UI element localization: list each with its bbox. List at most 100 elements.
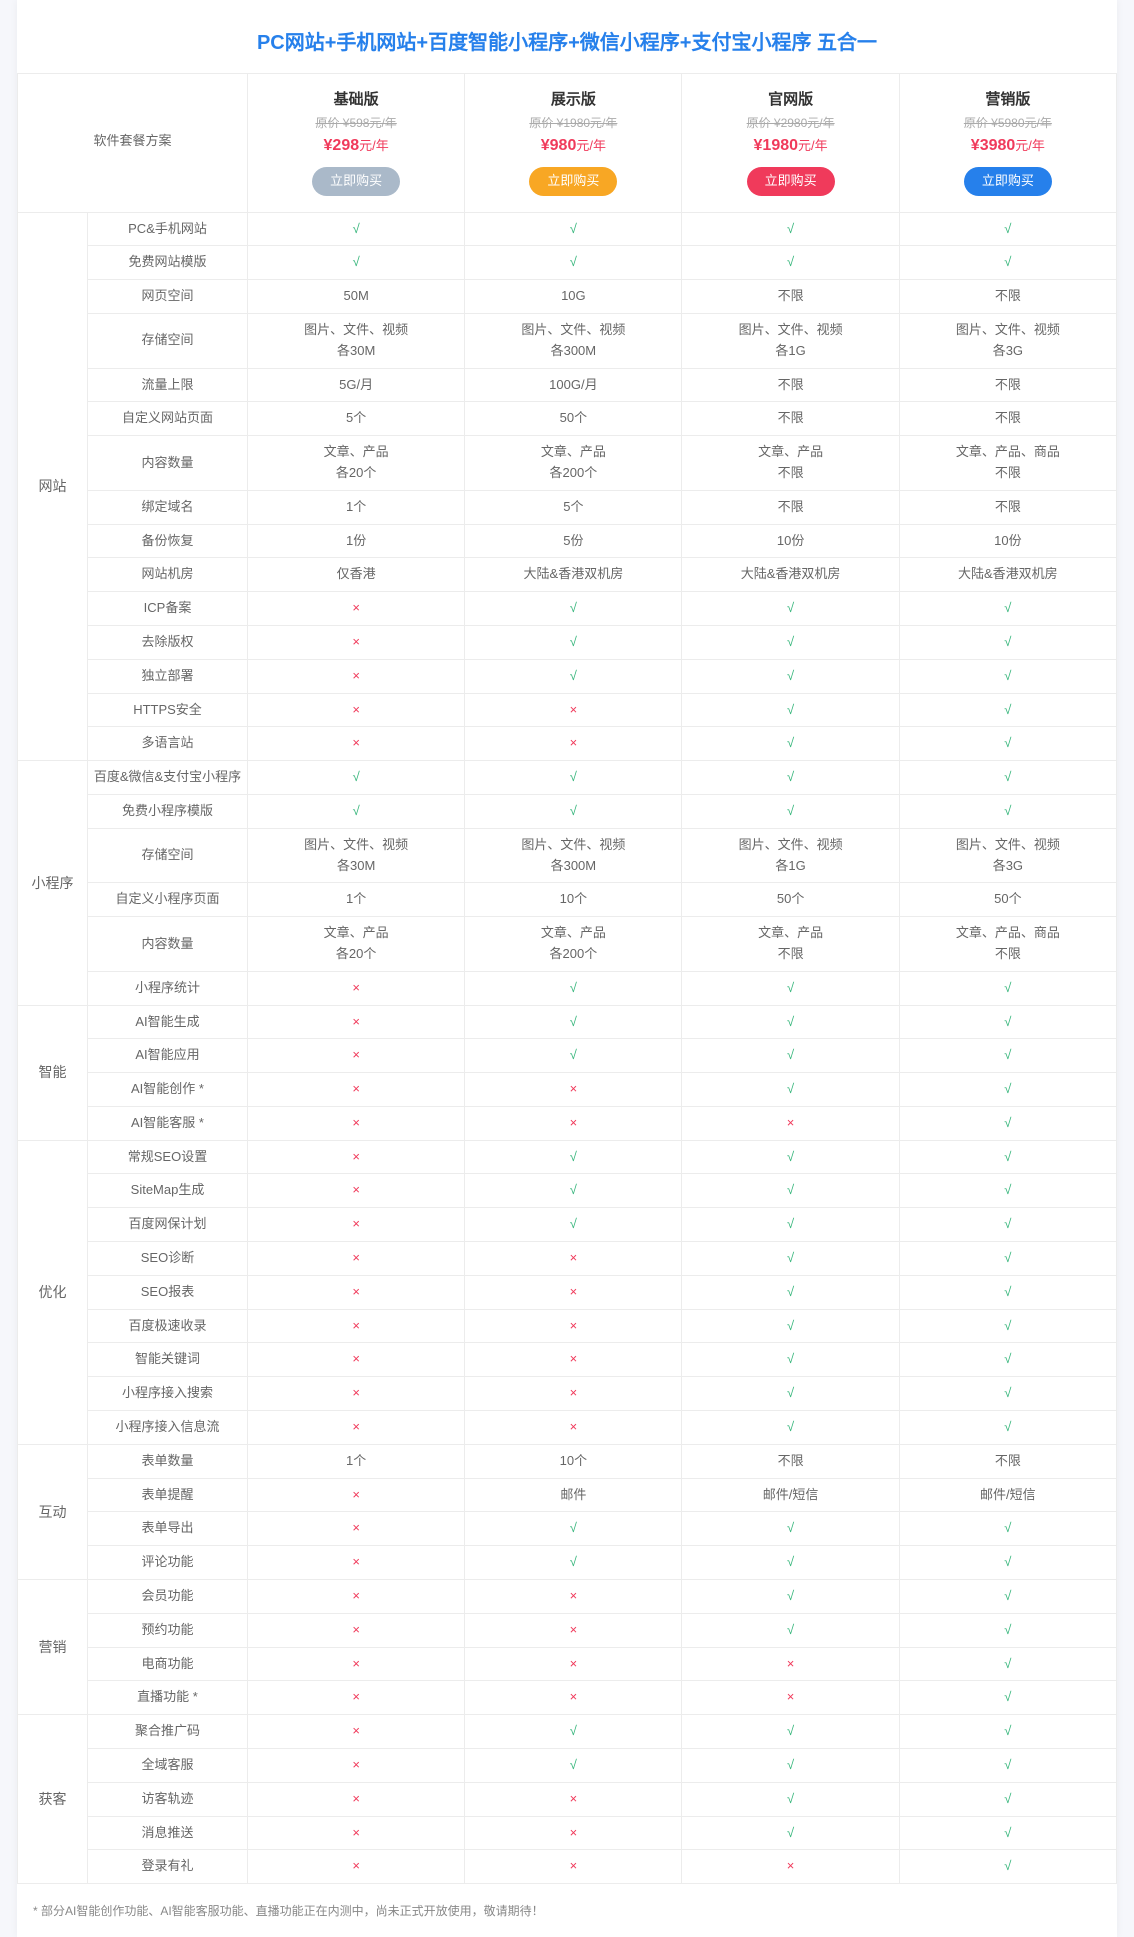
cross-icon: × (352, 1385, 360, 1400)
feature-value: √ (682, 1005, 899, 1039)
cross-icon: × (787, 1115, 795, 1130)
feature-value: √ (248, 212, 465, 246)
cross-icon: × (352, 1149, 360, 1164)
table-row: SEO诊断××√√ (18, 1242, 1117, 1276)
check-icon: √ (787, 634, 794, 649)
feature-value: × (248, 659, 465, 693)
table-row: 直播功能 *×××√ (18, 1681, 1117, 1715)
feature-value: √ (682, 1242, 899, 1276)
feature-value: √ (899, 1275, 1116, 1309)
feature-value: √ (899, 1343, 1116, 1377)
feature-value: √ (899, 592, 1116, 626)
feature-value: × (465, 1343, 682, 1377)
feature-value: √ (899, 1512, 1116, 1546)
feature-value: × (248, 1242, 465, 1276)
feature-value: √ (465, 212, 682, 246)
feature-value: 图片、文件、视频各3G (899, 313, 1116, 368)
cross-icon: × (787, 1858, 795, 1873)
feature-value: √ (682, 727, 899, 761)
feature-value: 图片、文件、视频各1G (682, 313, 899, 368)
feature-label: 内容数量 (88, 436, 248, 491)
feature-label: 存储空间 (88, 828, 248, 883)
feature-label: 全域客服 (88, 1749, 248, 1783)
check-icon: √ (787, 1250, 794, 1265)
feature-value: √ (899, 971, 1116, 1005)
check-icon: √ (787, 1622, 794, 1637)
feature-value: 大陆&香港双机房 (682, 558, 899, 592)
feature-value: × (248, 1546, 465, 1580)
feature-value: × (248, 1073, 465, 1107)
check-icon: √ (1004, 1723, 1011, 1738)
feature-value: 不限 (899, 490, 1116, 524)
feature-value: √ (465, 1005, 682, 1039)
feature-value: 5个 (465, 490, 682, 524)
feature-value: √ (899, 212, 1116, 246)
table-row: 备份恢复1份5份10份10份 (18, 524, 1117, 558)
table-row: 表单导出×√√√ (18, 1512, 1117, 1546)
feature-value: 10份 (899, 524, 1116, 558)
feature-value: √ (465, 761, 682, 795)
buy-button[interactable]: 立即购买 (529, 167, 617, 196)
feature-value: × (248, 1512, 465, 1546)
check-icon: √ (1004, 1757, 1011, 1772)
check-icon: √ (1004, 1250, 1011, 1265)
table-row: 全域客服×√√√ (18, 1749, 1117, 1783)
feature-value: √ (899, 1715, 1116, 1749)
buy-button[interactable]: 立即购买 (312, 167, 400, 196)
feature-value: √ (465, 1039, 682, 1073)
cross-icon: × (352, 1047, 360, 1062)
feature-label: AI智能生成 (88, 1005, 248, 1039)
feature-label: PC&手机网站 (88, 212, 248, 246)
feature-value: × (248, 1715, 465, 1749)
feature-value: √ (899, 1005, 1116, 1039)
buy-button[interactable]: 立即购买 (964, 167, 1052, 196)
feature-label: 直播功能 * (88, 1681, 248, 1715)
feature-value: 不限 (682, 368, 899, 402)
check-icon: √ (787, 1385, 794, 1400)
table-row: 百度极速收录××√√ (18, 1309, 1117, 1343)
cross-icon: × (352, 1487, 360, 1502)
cross-icon: × (352, 1351, 360, 1366)
table-row: 登录有礼×××√ (18, 1850, 1117, 1884)
plan-name: 营销版 (904, 88, 1112, 112)
feature-value: √ (465, 1512, 682, 1546)
cross-icon: × (570, 1588, 578, 1603)
feature-label: 消息推送 (88, 1816, 248, 1850)
feature-value: × (465, 1681, 682, 1715)
plan-header-3: 营销版原价 ¥5980元/年¥3980元/年立即购买 (899, 74, 1116, 213)
feature-label: 表单导出 (88, 1512, 248, 1546)
feature-value: √ (682, 246, 899, 280)
check-icon: √ (1004, 1825, 1011, 1840)
feature-value: √ (465, 659, 682, 693)
feature-value: √ (899, 761, 1116, 795)
feature-label: 百度网保计划 (88, 1208, 248, 1242)
check-icon: √ (1004, 1216, 1011, 1231)
feature-value: √ (899, 1580, 1116, 1614)
feature-value: √ (899, 1140, 1116, 1174)
feature-value: 10个 (465, 883, 682, 917)
feature-value: 不限 (682, 402, 899, 436)
feature-value: × (682, 1106, 899, 1140)
feature-value: 10G (465, 280, 682, 314)
feature-value: 图片、文件、视频各300M (465, 313, 682, 368)
cross-icon: × (352, 1858, 360, 1873)
feature-value: 图片、文件、视频各300M (465, 828, 682, 883)
feature-value: √ (899, 1850, 1116, 1884)
cross-icon: × (570, 1656, 578, 1671)
feature-value: √ (465, 246, 682, 280)
feature-value: 1个 (248, 490, 465, 524)
feature-value: 5G/月 (248, 368, 465, 402)
feature-value: 图片、文件、视频各30M (248, 313, 465, 368)
plan-now-price: ¥298元/年 (252, 133, 460, 159)
cross-icon: × (570, 702, 578, 717)
category-cell: 互动 (18, 1444, 88, 1579)
buy-button[interactable]: 立即购买 (747, 167, 835, 196)
feature-value: √ (899, 727, 1116, 761)
cross-icon: × (787, 1656, 795, 1671)
feature-value: × (248, 1140, 465, 1174)
feature-label: 小程序统计 (88, 971, 248, 1005)
check-icon: √ (787, 1825, 794, 1840)
check-icon: √ (1004, 1858, 1011, 1873)
check-icon: √ (1004, 1081, 1011, 1096)
table-row: 自定义小程序页面1个10个50个50个 (18, 883, 1117, 917)
